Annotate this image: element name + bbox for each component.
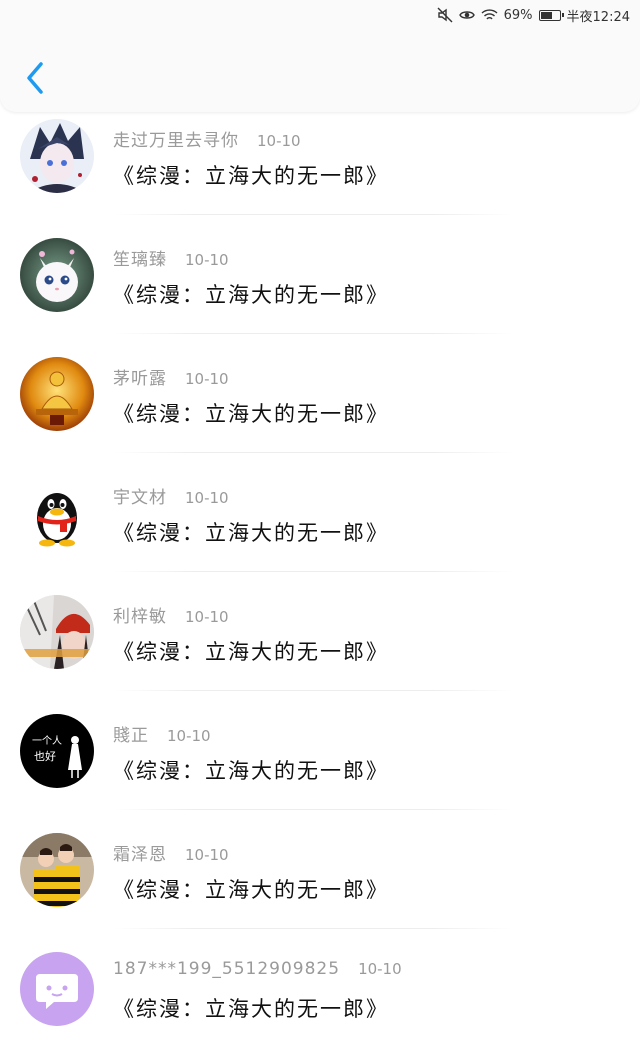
comment-text: 《综漫：立海大的无一郎》 xyxy=(113,521,389,545)
user-name[interactable]: 利梓敏 xyxy=(113,607,167,627)
comment-date: 10-10 xyxy=(185,251,229,269)
comment-text: 《综漫：立海大的无一郎》 xyxy=(113,402,389,426)
svg-text:也好: 也好 xyxy=(34,749,56,763)
top-header: 69% 半夜12:24 xyxy=(0,0,640,112)
comment-text: 《综漫：立海大的无一郎》 xyxy=(113,640,389,664)
comment-meta: 賤正 10-10 xyxy=(113,721,211,746)
girl-red-hat-avatar[interactable] xyxy=(20,595,94,669)
user-name[interactable]: 茅听露 xyxy=(113,369,167,389)
comment-item[interactable]: 走过万里去寻你 10-10 《综漫：立海大的无一郎》 xyxy=(0,112,640,231)
comment-meta: 茅听露 10-10 xyxy=(113,364,229,389)
user-name[interactable]: 宇文材 xyxy=(113,488,167,508)
back-button[interactable] xyxy=(18,56,52,100)
user-name[interactable]: 187***199_5512909825 xyxy=(113,959,340,979)
couple-photo-avatar[interactable] xyxy=(20,833,94,907)
divider xyxy=(113,928,513,929)
comment-item[interactable]: 笙璃臻 10-10 《综漫：立海大的无一郎》 xyxy=(0,231,640,350)
comment-item[interactable]: 利梓敏 10-10 《综漫：立海大的无一郎》 xyxy=(0,588,640,707)
divider xyxy=(113,571,513,572)
white-kitten-avatar[interactable] xyxy=(20,238,94,312)
comment-date: 10-10 xyxy=(185,370,229,388)
divider xyxy=(113,214,513,215)
comment-item[interactable]: 187***199_5512909825 10-10 《综漫：立海大的无一郎》 xyxy=(0,945,640,1064)
divider xyxy=(113,452,513,453)
comment-item[interactable]: 宇文材 10-10 《综漫：立海大的无一郎》 xyxy=(0,469,640,588)
battery-icon xyxy=(538,9,564,21)
user-name[interactable]: 走过万里去寻你 xyxy=(113,131,239,151)
comment-text: 《综漫：立海大的无一郎》 xyxy=(113,997,389,1021)
comment-meta: 走过万里去寻你 10-10 xyxy=(113,126,301,151)
comment-date: 10-10 xyxy=(185,846,229,864)
battery-percent: 69% xyxy=(503,7,533,23)
qq-penguin-avatar[interactable] xyxy=(20,476,94,550)
comment-item[interactable]: 霜泽恩 10-10 《综漫：立海大的无一郎》 xyxy=(0,826,640,945)
comment-date: 10-10 xyxy=(185,608,229,626)
comment-date: 10-10 xyxy=(358,960,402,978)
clock: 半夜12:24 xyxy=(566,9,630,25)
battery-fill xyxy=(540,11,553,19)
comment-text: 《综漫：立海大的无一郎》 xyxy=(113,164,389,188)
eye-icon xyxy=(458,7,475,23)
comment-date: 10-10 xyxy=(185,489,229,507)
mute-icon xyxy=(437,7,453,23)
comment-text: 《综漫：立海大的无一郎》 xyxy=(113,759,389,783)
user-name[interactable]: 笙璃臻 xyxy=(113,250,167,270)
divider xyxy=(113,690,513,691)
chevron-left-icon xyxy=(27,62,43,94)
comment-meta: 宇文材 10-10 xyxy=(113,483,229,508)
anime-boy-avatar[interactable] xyxy=(20,119,94,193)
comment-date: 10-10 xyxy=(167,727,211,745)
black-text-avatar[interactable]: 一个人 也好 xyxy=(20,714,94,788)
comment-date: 10-10 xyxy=(257,132,301,150)
comment-meta: 笙璃臻 10-10 xyxy=(113,245,229,270)
default-chat-avatar[interactable] xyxy=(20,952,94,1026)
comment-meta: 利梓敏 10-10 xyxy=(113,602,229,627)
comment-item[interactable]: 一个人 也好 賤正 10-10 《综漫：立海大的无一郎》 xyxy=(0,707,640,826)
comment-meta: 187***199_5512909825 10-10 xyxy=(113,959,402,979)
user-name[interactable]: 霜泽恩 xyxy=(113,845,167,865)
svg-text:一个人: 一个人 xyxy=(32,735,62,747)
comment-text: 《综漫：立海大的无一郎》 xyxy=(113,283,389,307)
status-bar: 69% 半夜12:24 xyxy=(437,0,630,30)
golden-buddha-avatar[interactable] xyxy=(20,357,94,431)
comment-item[interactable]: 茅听露 10-10 《综漫：立海大的无一郎》 xyxy=(0,350,640,469)
wifi-icon xyxy=(481,8,498,22)
comment-text: 《综漫：立海大的无一郎》 xyxy=(113,878,389,902)
divider xyxy=(113,333,513,334)
comment-meta: 霜泽恩 10-10 xyxy=(113,840,229,865)
divider xyxy=(113,809,513,810)
user-name[interactable]: 賤正 xyxy=(113,726,149,746)
